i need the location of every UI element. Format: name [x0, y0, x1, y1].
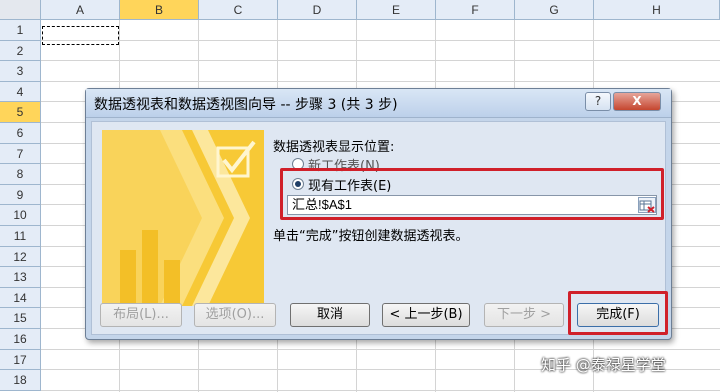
column-header-d[interactable]: D: [278, 0, 357, 20]
row-header-17[interactable]: 17: [0, 350, 41, 370]
instruction-text: 单击“完成”按钮创建数据透视表。: [273, 229, 469, 244]
finish-button[interactable]: 完成(F): [577, 303, 659, 327]
watermark: 知乎 @泰禄星学堂: [541, 356, 666, 374]
options-button[interactable]: 选项(O)...: [194, 303, 276, 327]
layout-button[interactable]: 布局(L)...: [100, 303, 182, 327]
copy-marquee-a1: [42, 26, 119, 45]
grid-line: [41, 40, 720, 41]
row-header-5[interactable]: 5: [0, 102, 41, 123]
wizard-chart-icon: [102, 130, 264, 306]
grid-line: [41, 390, 720, 391]
select-all-corner[interactable]: [0, 0, 41, 20]
wizard-illustration: [102, 130, 264, 306]
row-header-10[interactable]: 10: [0, 205, 41, 226]
dialog-title: 数据透视表和数据透视图向导 -- 步骤 3 (共 3 步): [94, 97, 398, 113]
location-prompt: 数据透视表显示位置:: [273, 140, 395, 155]
column-header-a[interactable]: A: [41, 0, 120, 20]
row-header-13[interactable]: 13: [0, 267, 41, 288]
range-picker-icon: [639, 200, 655, 213]
existing-sheet-radio[interactable]: [292, 178, 304, 190]
pivot-wizard-dialog: 数据透视表和数据透视图向导 -- 步骤 3 (共 3 步) ? X 数据透视表显…: [85, 88, 672, 340]
row-header-7[interactable]: 7: [0, 144, 41, 164]
row-header-8[interactable]: 8: [0, 164, 41, 185]
range-picker-button[interactable]: [638, 197, 656, 213]
row-header-16[interactable]: 16: [0, 329, 41, 350]
row-header-3[interactable]: 3: [0, 61, 41, 82]
cancel-button[interactable]: 取消: [290, 303, 370, 327]
row-header-1[interactable]: 1: [0, 20, 41, 41]
row-header-2[interactable]: 2: [0, 41, 41, 61]
help-button[interactable]: ?: [585, 92, 611, 111]
row-header-11[interactable]: 11: [0, 226, 41, 247]
existing-sheet-label[interactable]: 现有工作表(E): [308, 175, 391, 194]
close-button[interactable]: X: [613, 92, 661, 111]
column-header-g[interactable]: G: [515, 0, 594, 20]
grid-line: [41, 349, 720, 350]
row-header-14[interactable]: 14: [0, 288, 41, 308]
row-header-18[interactable]: 18: [0, 370, 41, 391]
column-header-b[interactable]: B: [120, 0, 199, 20]
column-header-e[interactable]: E: [357, 0, 436, 20]
column-header-c[interactable]: C: [199, 0, 278, 20]
row-header-4[interactable]: 4: [0, 82, 41, 102]
row-header-12[interactable]: 12: [0, 247, 41, 267]
back-button[interactable]: < 上一步(B): [382, 303, 470, 327]
column-header-f[interactable]: F: [436, 0, 515, 20]
next-button[interactable]: 下一步 >: [484, 303, 564, 327]
reference-input[interactable]: 汇总!$A$1: [287, 195, 657, 215]
row-header-6[interactable]: 6: [0, 123, 41, 144]
grid-line: [41, 60, 720, 61]
dialog-titlebar[interactable]: 数据透视表和数据透视图向导 -- 步骤 3 (共 3 步) ? X: [86, 89, 671, 118]
column-header-h[interactable]: H: [594, 0, 720, 20]
row-header-15[interactable]: 15: [0, 308, 41, 329]
grid-line: [41, 81, 720, 82]
row-header-9[interactable]: 9: [0, 185, 41, 205]
